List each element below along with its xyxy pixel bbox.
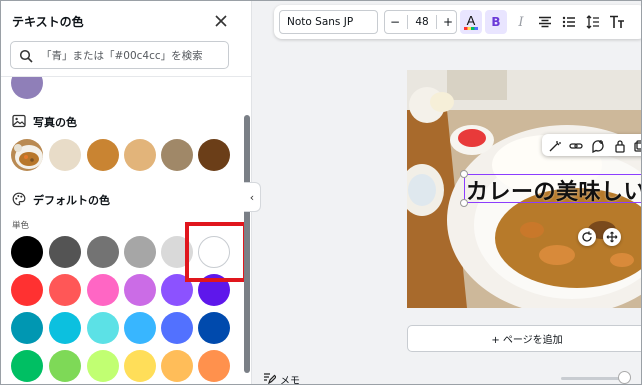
panel-scrollbar-thumb[interactable]	[244, 115, 250, 373]
notes-icon	[263, 372, 277, 384]
lock-icon[interactable]	[613, 138, 627, 153]
color-swatch-document[interactable]	[11, 77, 43, 99]
move-icon[interactable]	[603, 228, 621, 246]
color-swatch-coral[interactable]	[49, 274, 81, 306]
color-swatch-pink[interactable]	[87, 274, 119, 306]
photo-color-swatch[interactable]	[198, 139, 230, 171]
photo-colors-title: 写真の色	[33, 116, 77, 129]
color-swatch-black[interactable]	[11, 236, 43, 268]
photo-color-swatch[interactable]	[161, 139, 193, 171]
comment-icon[interactable]	[591, 138, 605, 154]
notes-label: メモ	[280, 376, 300, 385]
align-center-icon[interactable]	[534, 10, 556, 34]
magic-wand-icon[interactable]	[548, 138, 562, 152]
color-swatch-peach[interactable]	[161, 350, 193, 382]
font-size-input[interactable]: 48	[407, 15, 437, 29]
palette-icon	[12, 191, 26, 206]
color-swatch-orange[interactable]	[198, 350, 230, 382]
line-spacing-icon[interactable]	[582, 10, 604, 34]
header-divider	[1, 76, 251, 77]
image-icon	[12, 113, 26, 128]
duplicate-icon[interactable]	[632, 138, 641, 152]
color-swatch-green[interactable]	[11, 350, 43, 382]
chevron-left-icon: ‹	[249, 190, 255, 204]
color-swatch-navy[interactable]	[198, 312, 230, 344]
text-transform-icon[interactable]	[606, 10, 628, 34]
color-swatch-teal[interactable]	[11, 312, 43, 344]
color-swatch-sky-blue[interactable]	[124, 312, 156, 344]
text-color-button[interactable]: A	[460, 10, 482, 34]
bold-button[interactable]: B	[485, 10, 507, 34]
color-swatch-turquoise[interactable]	[87, 312, 119, 344]
photo-color-swatch[interactable]	[49, 139, 81, 171]
decrease-size-button[interactable]: −	[389, 15, 401, 29]
zoom-slider-track[interactable]	[561, 377, 623, 380]
color-swatch-red[interactable]	[11, 274, 43, 306]
element-context-toolbar	[542, 134, 641, 156]
color-swatch-chartreuse[interactable]	[87, 350, 119, 382]
color-swatch-yellow[interactable]	[124, 350, 156, 382]
link-icon[interactable]	[569, 138, 583, 152]
color-search-field[interactable]	[10, 41, 229, 69]
color-swatch-gray[interactable]	[87, 236, 119, 268]
svg-text:A: A	[467, 13, 476, 28]
bullet-list-icon[interactable]	[558, 10, 580, 34]
color-swatch-light-gray[interactable]	[124, 236, 156, 268]
color-swatch-orchid[interactable]	[124, 274, 156, 306]
font-family-select[interactable]: Noto Sans JP	[279, 10, 378, 34]
increase-size-button[interactable]: +	[442, 15, 454, 29]
color-swatch-blue[interactable]	[161, 312, 193, 344]
text-color-panel: テキストの色 写真の色	[1, 1, 252, 384]
white-swatch-highlight-box	[185, 222, 247, 282]
color-swatch-cyan[interactable]	[49, 312, 81, 344]
color-swatch-dark-gray[interactable]	[49, 236, 81, 268]
zoom-slider-knob[interactable]	[618, 371, 631, 384]
font-size-control: − 48 +	[384, 10, 457, 34]
text-toolbar: Noto Sans JP − 48 + A B I	[274, 5, 641, 39]
color-swatch-lime[interactable]	[49, 350, 81, 382]
color-search-input[interactable]	[41, 47, 225, 65]
rotate-icon[interactable]	[578, 228, 596, 246]
default-colors-title: デフォルトの色	[33, 194, 110, 207]
canvas-heading-text[interactable]: カレーの美味しい	[466, 174, 641, 206]
collapse-panel-button[interactable]: ‹	[244, 182, 261, 212]
photo-thumbnail-swatch[interactable]	[11, 139, 43, 171]
photo-color-swatch[interactable]	[124, 139, 156, 171]
solid-colors-label: 単色	[12, 221, 30, 231]
app-window: テキストの色 写真の色	[0, 0, 642, 385]
add-page-button[interactable]: + ページを追加	[407, 325, 641, 352]
close-icon[interactable]	[212, 12, 230, 30]
panel-title: テキストの色	[12, 15, 84, 29]
photo-color-swatch[interactable]	[87, 139, 119, 171]
search-icon	[19, 48, 33, 63]
notes-button[interactable]: メモ	[263, 372, 300, 385]
italic-button[interactable]: I	[510, 10, 532, 34]
